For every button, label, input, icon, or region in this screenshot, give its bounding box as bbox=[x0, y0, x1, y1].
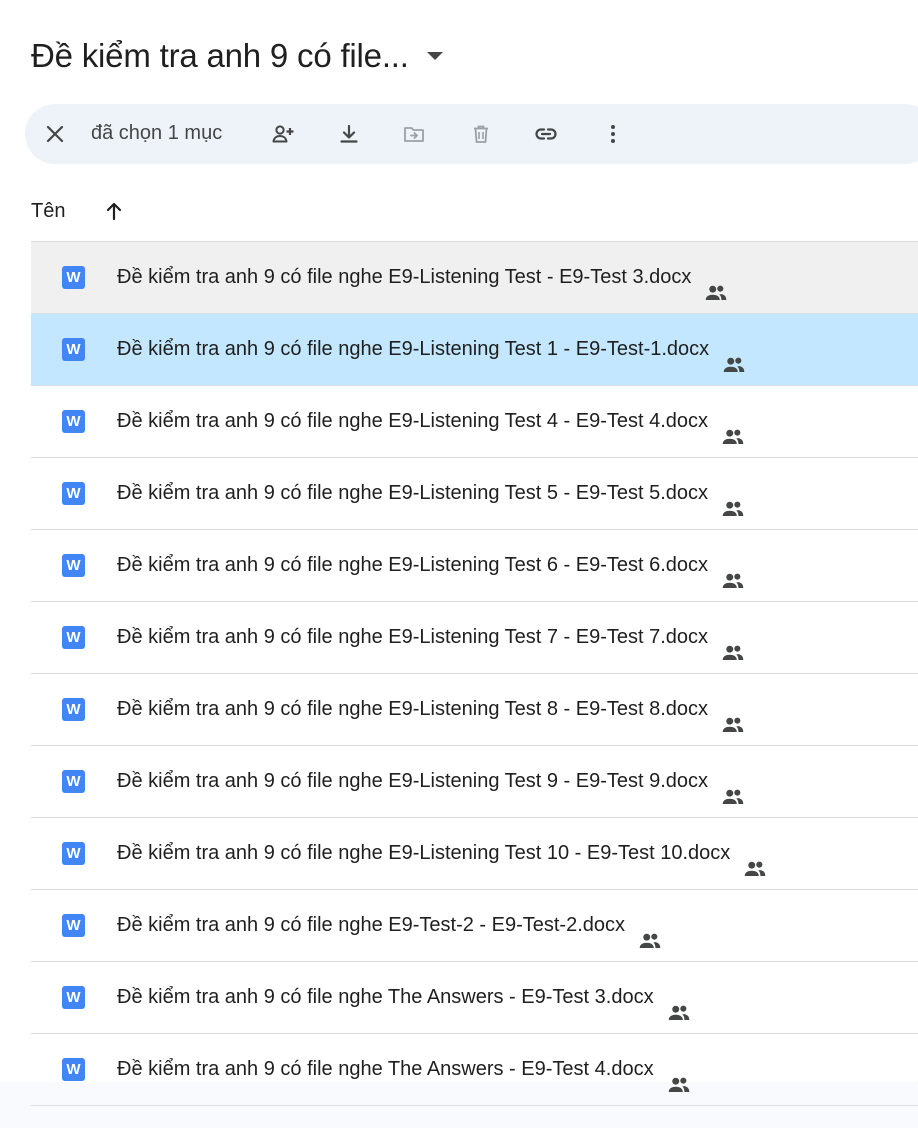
word-doc-icon: W bbox=[62, 698, 85, 721]
file-name: Đề kiểm tra anh 9 có file nghe E9-Listen… bbox=[117, 314, 747, 385]
file-name: Đề kiểm tra anh 9 có file nghe E9-Listen… bbox=[117, 458, 746, 529]
file-name: Đề kiểm tra anh 9 có file nghe The Answe… bbox=[117, 962, 692, 1033]
file-name: Đề kiểm tra anh 9 có file nghe E9-Listen… bbox=[117, 602, 746, 673]
selection-toolbar: đã chọn 1 mục bbox=[25, 104, 918, 164]
close-icon[interactable] bbox=[39, 118, 71, 150]
file-name: Đề kiểm tra anh 9 có file nghe E9-Listen… bbox=[117, 242, 729, 313]
word-doc-icon: W bbox=[62, 266, 85, 289]
column-name-header[interactable]: Tên bbox=[31, 200, 65, 223]
folder-title[interactable]: Đề kiểm tra anh 9 có file... bbox=[31, 37, 409, 75]
file-row[interactable]: W Đề kiểm tra anh 9 có file nghe The Answ… bbox=[31, 1034, 918, 1106]
file-row[interactable]: W Đề kiểm tra anh 9 có file nghe E9-Liste… bbox=[31, 674, 918, 746]
file-name: Đề kiểm tra anh 9 có file nghe E9-Listen… bbox=[117, 674, 746, 745]
file-name: Đề kiểm tra anh 9 có file nghe The Answe… bbox=[117, 1034, 692, 1105]
word-doc-icon: W bbox=[62, 1058, 85, 1081]
folder-title-row[interactable]: Đề kiểm tra anh 9 có file... bbox=[31, 30, 443, 82]
more-vert-icon[interactable] bbox=[597, 118, 629, 150]
file-row[interactable]: W Đề kiểm tra anh 9 có file nghe E9-Liste… bbox=[31, 386, 918, 458]
word-doc-icon: W bbox=[62, 842, 85, 865]
selection-count: đã chọn 1 mục bbox=[91, 122, 223, 144]
word-doc-icon: W bbox=[62, 770, 85, 793]
file-name: Đề kiểm tra anh 9 có file nghe E9-Listen… bbox=[117, 746, 746, 817]
file-browser-panel: Đề kiểm tra anh 9 có file... đã chọn 1 m… bbox=[0, 0, 918, 1106]
shared-people-icon bbox=[703, 265, 729, 300]
word-doc-icon: W bbox=[62, 914, 85, 937]
file-name: Đề kiểm tra anh 9 có file nghe E9-Test-2… bbox=[117, 890, 663, 961]
file-row[interactable]: W Đề kiểm tra anh 9 có file nghe E9-Liste… bbox=[31, 530, 918, 602]
shared-people-icon bbox=[720, 625, 746, 660]
shared-people-icon bbox=[742, 841, 768, 876]
shared-people-icon bbox=[720, 697, 746, 732]
shared-people-icon bbox=[720, 553, 746, 588]
file-row[interactable]: W Đề kiểm tra anh 9 có file nghe E9-Liste… bbox=[31, 818, 918, 890]
file-name: Đề kiểm tra anh 9 có file nghe E9-Listen… bbox=[117, 818, 768, 889]
file-name: Đề kiểm tra anh 9 có file nghe E9-Listen… bbox=[117, 530, 746, 601]
file-row[interactable]: W Đề kiểm tra anh 9 có file nghe E9-Liste… bbox=[31, 602, 918, 674]
trash-icon[interactable] bbox=[465, 118, 497, 150]
shared-people-icon bbox=[720, 769, 746, 804]
file-row[interactable]: W Đề kiểm tra anh 9 có file nghe E9-Test-… bbox=[31, 890, 918, 962]
file-list: W Đề kiểm tra anh 9 có file nghe E9-Liste… bbox=[31, 241, 918, 1106]
file-row[interactable]: W Đề kiểm tra anh 9 có file nghe E9-Liste… bbox=[31, 314, 918, 386]
download-icon[interactable] bbox=[333, 118, 365, 150]
caret-down-icon[interactable] bbox=[426, 52, 443, 60]
move-folder-icon[interactable] bbox=[398, 118, 430, 150]
word-doc-icon: W bbox=[62, 338, 85, 361]
link-icon[interactable] bbox=[530, 118, 562, 150]
shared-people-icon bbox=[720, 481, 746, 516]
shared-people-icon bbox=[666, 1057, 692, 1092]
shared-people-icon bbox=[721, 337, 747, 372]
word-doc-icon: W bbox=[62, 482, 85, 505]
shared-people-icon bbox=[637, 913, 663, 948]
word-doc-icon: W bbox=[62, 410, 85, 433]
file-row[interactable]: W Đề kiểm tra anh 9 có file nghe E9-Liste… bbox=[31, 458, 918, 530]
word-doc-icon: W bbox=[62, 986, 85, 1009]
shared-people-icon bbox=[666, 985, 692, 1020]
share-person-icon[interactable] bbox=[267, 118, 299, 150]
file-name: Đề kiểm tra anh 9 có file nghe E9-Listen… bbox=[117, 386, 746, 457]
file-row[interactable]: W Đề kiểm tra anh 9 có file nghe E9-Liste… bbox=[31, 242, 918, 314]
file-row[interactable]: W Đề kiểm tra anh 9 có file nghe E9-Liste… bbox=[31, 746, 918, 818]
word-doc-icon: W bbox=[62, 554, 85, 577]
word-doc-icon: W bbox=[62, 626, 85, 649]
shared-people-icon bbox=[720, 409, 746, 444]
arrow-up-icon[interactable] bbox=[102, 199, 126, 223]
list-header: Tên bbox=[31, 190, 122, 232]
file-row[interactable]: W Đề kiểm tra anh 9 có file nghe The Answ… bbox=[31, 962, 918, 1034]
